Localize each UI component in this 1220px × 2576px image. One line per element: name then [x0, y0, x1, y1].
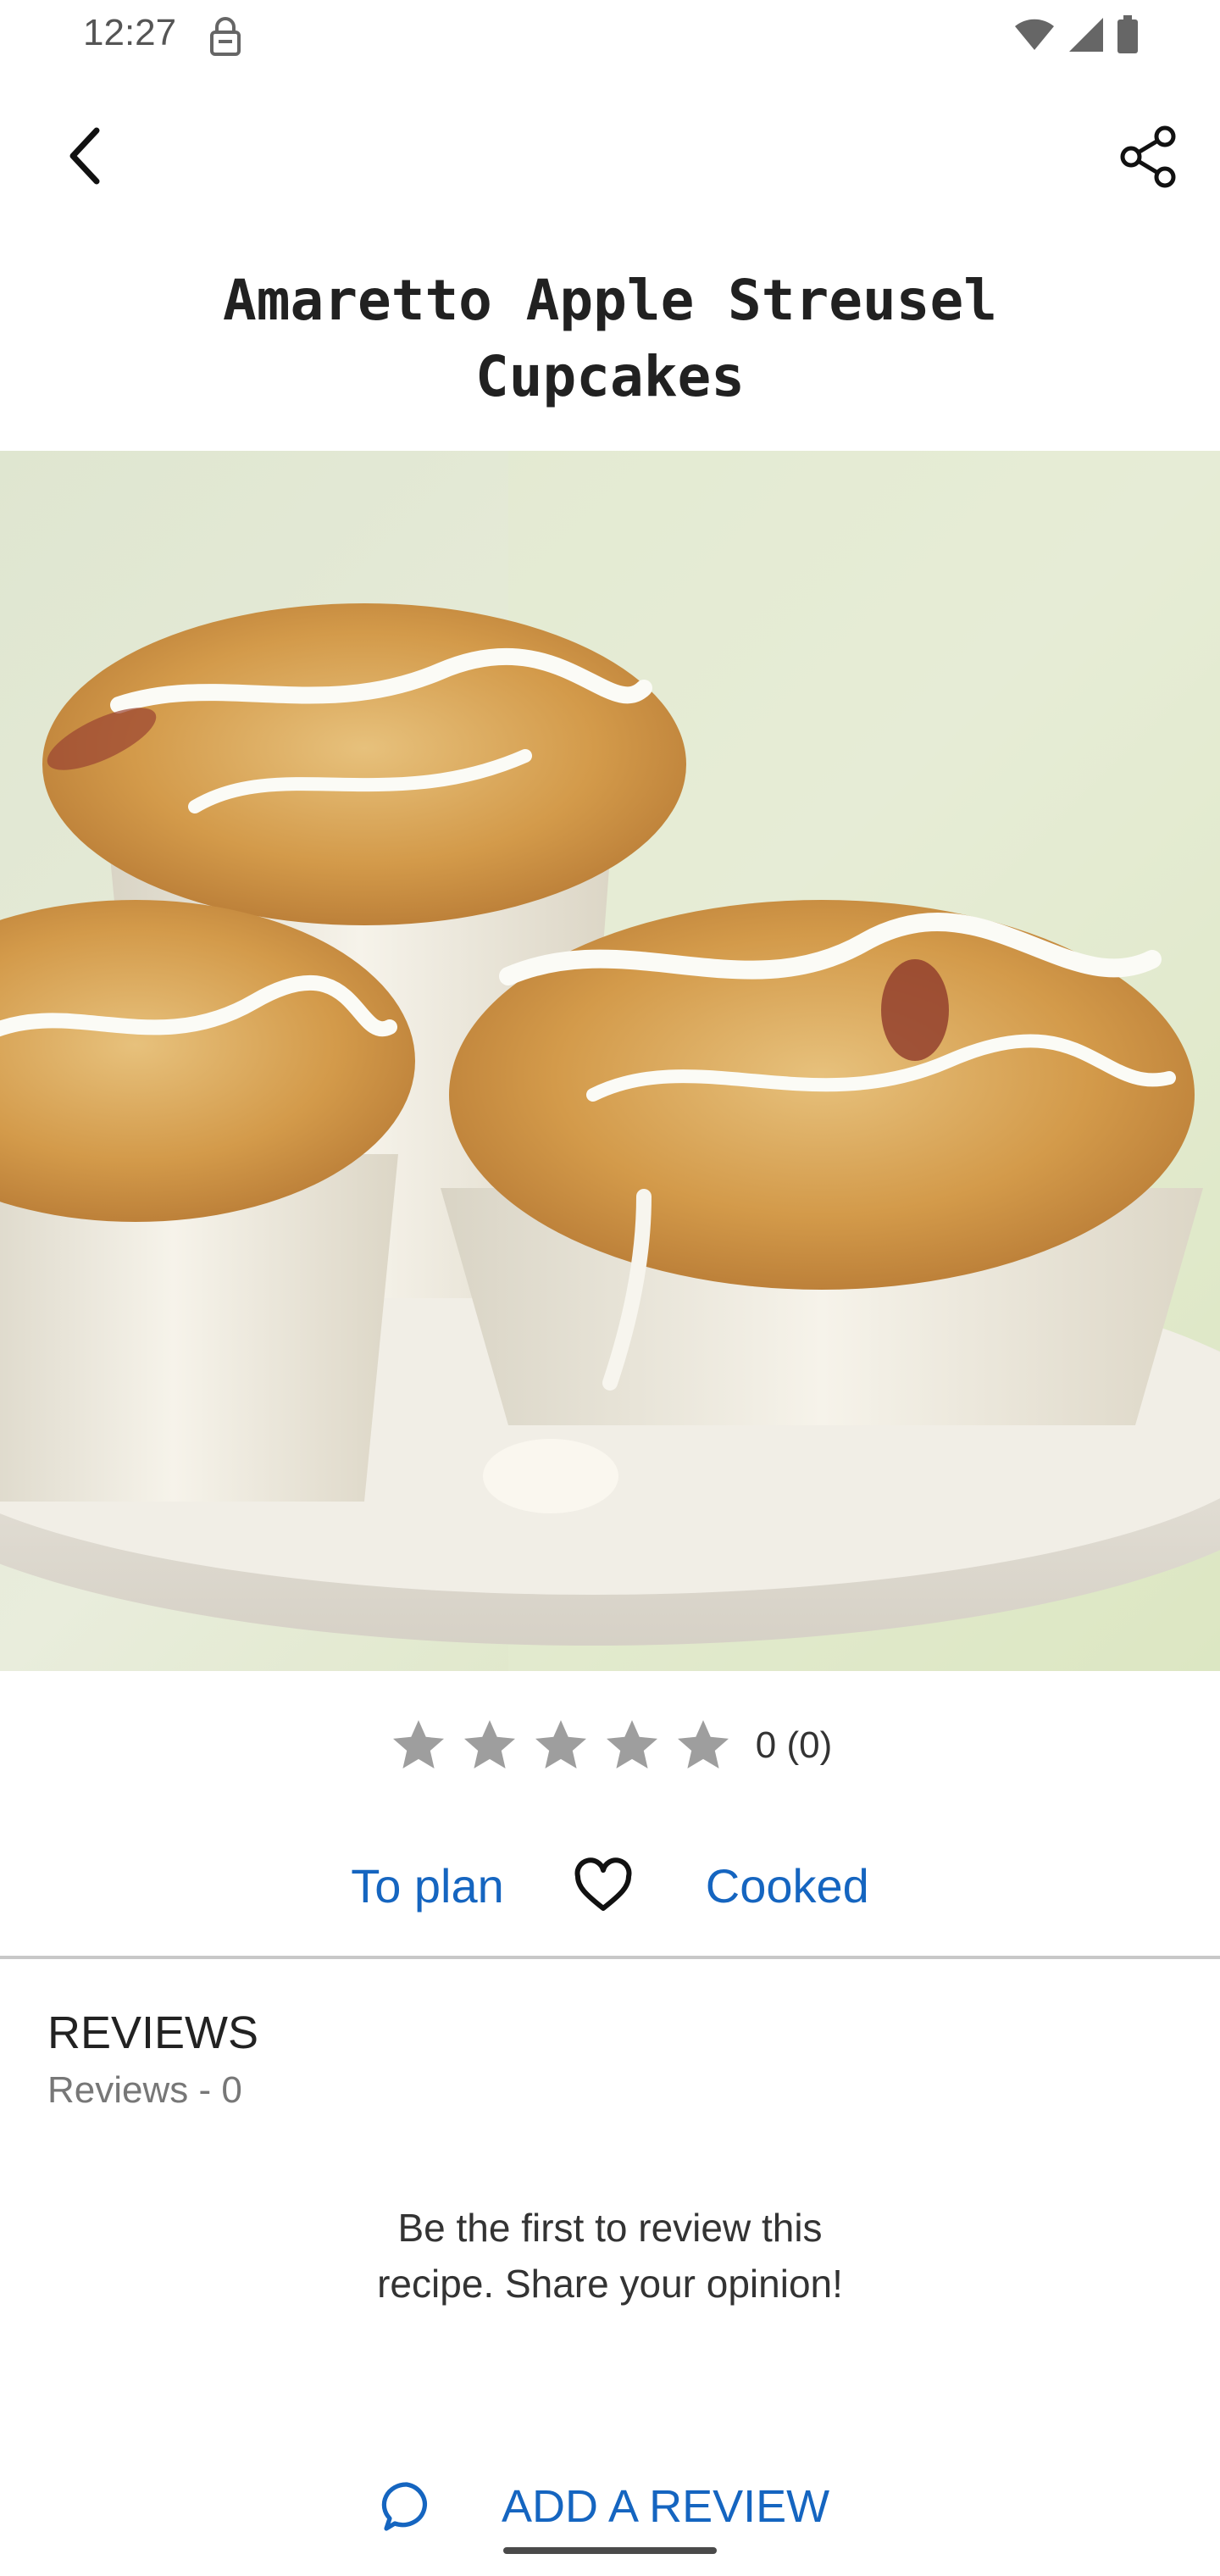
- rating-row: 0 (0): [0, 1703, 1220, 1788]
- heart-icon: [574, 1857, 632, 1911]
- rating-value: 0 (0): [755, 1724, 833, 1766]
- signal-icon: [1068, 16, 1105, 57]
- recipe-title-line-2: Cupcakes: [475, 344, 745, 409]
- home-indicator[interactable]: [503, 2547, 717, 2554]
- star-icon[interactable]: [388, 1715, 449, 1776]
- wifi-icon: [1013, 18, 1056, 55]
- divider: [0, 1956, 1220, 1959]
- comment-icon: [373, 2473, 441, 2540]
- reviews-heading: REVIEWS: [47, 2007, 259, 2058]
- empty-reviews-line-2: recipe. Share your opinion!: [377, 2262, 843, 2306]
- star-icon[interactable]: [673, 1715, 734, 1776]
- status-icons: [1013, 15, 1139, 58]
- share-icon: [1117, 125, 1178, 192]
- app-bar: [0, 102, 1220, 212]
- cooked-button[interactable]: Cooked: [706, 1858, 869, 1913]
- star-icon[interactable]: [602, 1715, 663, 1776]
- favorite-button[interactable]: [565, 1847, 641, 1924]
- add-review-label: ADD A REVIEW: [502, 2481, 830, 2532]
- rating-stars[interactable]: [388, 1715, 734, 1776]
- add-review-button[interactable]: ADD A REVIEW: [373, 2464, 829, 2549]
- back-arrow-icon: [61, 125, 108, 190]
- back-button[interactable]: [47, 120, 122, 195]
- recipe-title: Amaretto Apple Streusel Cupcakes: [136, 263, 1084, 415]
- battery-icon: [1117, 15, 1139, 58]
- empty-reviews-line-1: Be the first to review this: [397, 2206, 823, 2250]
- share-button[interactable]: [1110, 120, 1186, 197]
- empty-reviews-message: Be the first to review this recipe. Shar…: [271, 2200, 949, 2312]
- status-bar: 12:27: [0, 0, 1220, 75]
- lock-icon: [208, 17, 242, 58]
- star-icon[interactable]: [530, 1715, 591, 1776]
- recipe-photo: [0, 451, 1220, 1671]
- status-time: 12:27: [83, 12, 177, 53]
- recipe-actions: To plan Cooked: [0, 1839, 1220, 1932]
- to-plan-button[interactable]: To plan: [351, 1858, 504, 1913]
- reviews-count: Reviews - 0: [47, 2069, 242, 2111]
- star-icon[interactable]: [459, 1715, 520, 1776]
- recipe-title-line-1: Amaretto Apple Streusel: [223, 268, 997, 333]
